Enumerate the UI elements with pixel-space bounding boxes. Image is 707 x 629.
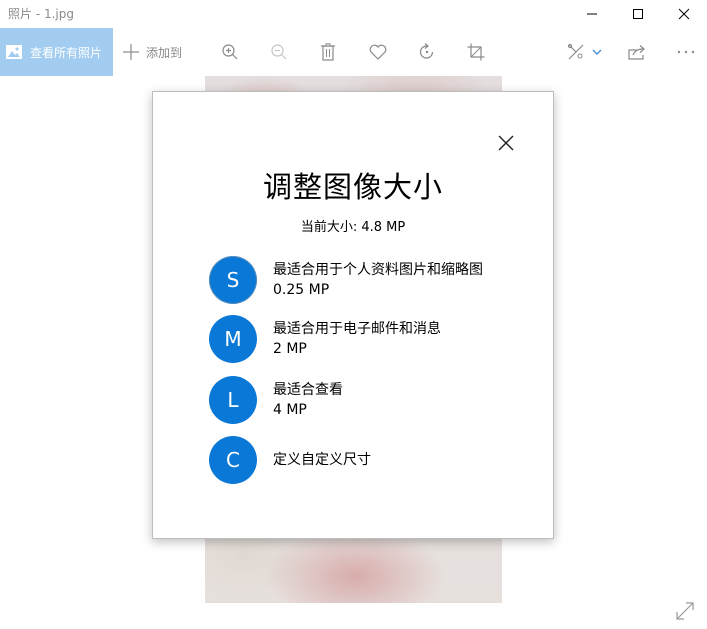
dialog-title: 调整图像大小 — [262, 170, 443, 204]
size-option-text: 最适合用于电子邮件和消息 2 MP — [273, 319, 441, 359]
zoom-in-icon — [222, 44, 238, 60]
size-option-badge: M — [209, 315, 257, 363]
favorite-button[interactable] — [366, 40, 390, 64]
close-icon — [678, 8, 690, 20]
more-options-button[interactable] — [674, 40, 698, 64]
view-all-photos-label: 查看所有照片 — [30, 45, 103, 60]
zoom-out-icon — [271, 44, 287, 60]
size-option-title: 最适合用于电子邮件和消息 — [273, 321, 441, 337]
size-option-badge: C — [209, 436, 257, 484]
fit-to-window-button[interactable] — [675, 601, 695, 621]
size-option-size: 0.25 MP — [273, 282, 330, 298]
close-window-button[interactable] — [661, 0, 707, 28]
size-option-text: 最适合用于个人资料图片和缩略图 0.25 MP — [273, 260, 483, 300]
maximize-icon — [633, 9, 643, 19]
crop-button[interactable] — [464, 40, 488, 64]
delete-button[interactable] — [316, 40, 340, 64]
edit-icon — [567, 43, 584, 60]
heart-icon — [369, 44, 387, 60]
dialog-close-button[interactable] — [493, 130, 519, 156]
share-icon — [628, 45, 645, 60]
fit-to-window-icon — [676, 602, 694, 620]
maximize-button[interactable] — [615, 0, 661, 28]
add-to-label: 添加到 — [146, 45, 183, 60]
close-icon — [498, 135, 514, 151]
toolbar: 查看所有照片 添加到 — [0, 28, 707, 76]
size-option-size: 2 MP — [273, 341, 307, 357]
plus-icon — [123, 44, 139, 60]
size-option-custom[interactable]: C 定义自定义尺寸 — [209, 436, 509, 484]
add-to-button[interactable]: 添加到 — [122, 28, 182, 76]
minimize-button[interactable] — [569, 0, 615, 28]
more-icon — [677, 50, 695, 54]
zoom-in-button[interactable] — [218, 40, 242, 64]
size-option-title: 最适合用于个人资料图片和缩略图 — [273, 262, 483, 278]
size-option-title: 最适合查看 — [273, 382, 343, 398]
zoom-out-button[interactable] — [267, 40, 291, 64]
share-button[interactable] — [625, 40, 649, 64]
size-option-text: 最适合查看 4 MP — [273, 380, 343, 420]
resize-image-dialog: 调整图像大小 当前大小: 4.8 MP S 最适合用于个人资料图片和缩略图 0.… — [152, 91, 554, 539]
size-option-title: 定义自定义尺寸 — [273, 452, 371, 468]
rotate-button[interactable] — [415, 40, 439, 64]
size-option-medium[interactable]: M 最适合用于电子邮件和消息 2 MP — [209, 315, 509, 363]
rotate-icon — [419, 43, 434, 59]
chevron-down-icon — [592, 49, 602, 55]
size-option-text: 定义自定义尺寸 — [273, 450, 371, 470]
delete-icon — [321, 43, 335, 61]
crop-icon — [467, 43, 485, 61]
size-option-badge: L — [209, 376, 257, 424]
edit-button[interactable] — [564, 40, 588, 64]
size-option-large[interactable]: L 最适合查看 4 MP — [209, 376, 509, 424]
size-option-size: 4 MP — [273, 402, 307, 418]
size-option-small[interactable]: S 最适合用于个人资料图片和缩略图 0.25 MP — [209, 256, 509, 304]
current-size-text: 当前大小: 4.8 MP — [300, 220, 406, 235]
photos-app-window: 照片 - 1.jpg 查看所有照片 添加到 调整图像大小 当前大小: 4.8 M… — [0, 0, 707, 629]
minimize-icon — [587, 13, 597, 15]
edit-dropdown-button[interactable] — [587, 40, 607, 64]
window-title: 照片 - 1.jpg — [8, 7, 74, 21]
picture-icon — [6, 45, 22, 59]
view-all-photos-button[interactable]: 查看所有照片 — [0, 28, 113, 76]
title-bar: 照片 - 1.jpg — [0, 0, 707, 28]
size-option-badge: S — [209, 256, 257, 304]
